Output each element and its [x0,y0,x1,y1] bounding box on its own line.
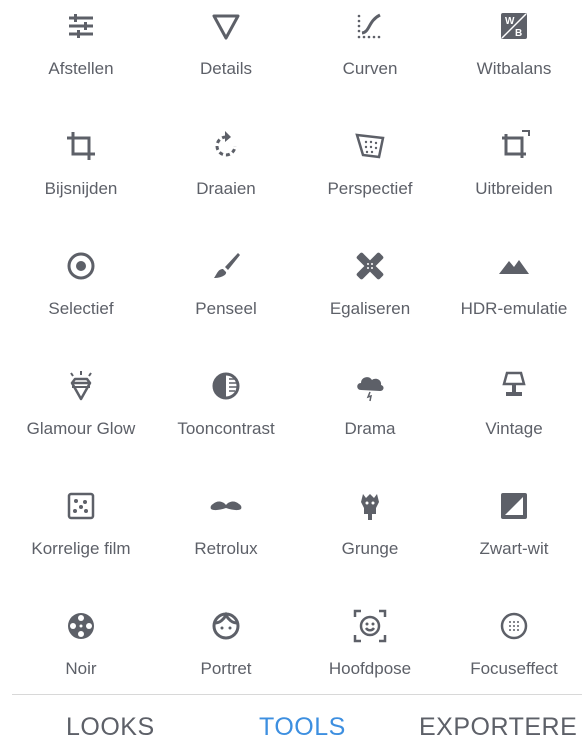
film-grain-icon [61,486,101,526]
triangle-icon [206,6,246,46]
tool-draaien[interactable]: Draaien [153,126,299,236]
tool-label: HDR-emulatie [460,299,568,318]
tab-looks[interactable]: LOOKS [66,713,155,742]
grunge-icon [350,486,390,526]
perspective-icon [350,126,390,166]
tool-label: Portret [200,659,252,678]
curve-icon [350,6,390,46]
tool-label: Curven [342,59,398,78]
sliders-icon [61,6,101,46]
tools-grid: Afstellen Details Curven W B Witbalans B… [0,0,582,692]
tool-label: Hoofdpose [328,659,412,678]
healing-icon [350,246,390,286]
tool-label: Perspectief [327,179,413,198]
tool-korrelige-film[interactable]: Korrelige film [8,486,154,596]
tool-label: Retrolux [194,539,258,558]
tool-tooncontrast[interactable]: Tooncontrast [153,366,299,476]
tool-curven[interactable]: Curven [297,6,443,116]
crop-icon [61,126,101,166]
brush-icon [206,246,246,286]
tool-vintage[interactable]: Vintage [441,366,582,476]
tool-label: Focuseffect [470,659,558,678]
tool-label: Korrelige film [31,539,131,558]
tool-glamour[interactable]: Glamour Glow [8,366,154,476]
tool-label: Drama [344,419,396,438]
cloud-icon [350,366,390,406]
tool-uitbreiden[interactable]: Uitbreiden [441,126,582,236]
diamond-icon [61,366,101,406]
tool-egaliseren[interactable]: Egaliseren [297,246,443,356]
tool-label: Glamour Glow [26,419,136,438]
tool-retrolux[interactable]: Retrolux [153,486,299,596]
tool-label: Noir [65,659,97,678]
svg-text:W: W [505,16,515,27]
tool-label: Tooncontrast [177,419,275,438]
selective-icon [61,246,101,286]
tool-label: Selectief [48,299,114,318]
tool-zwart-wit[interactable]: Zwart-wit [441,486,582,596]
tonal-contrast-icon [206,366,246,406]
lamp-icon [494,366,534,406]
tool-penseel[interactable]: Penseel [153,246,299,356]
rotate-icon [206,126,246,166]
tab-export[interactable]: EXPORTERE [419,713,577,742]
film-reel-icon [61,606,101,646]
tool-afstellen[interactable]: Afstellen [8,6,154,116]
tool-label: Draaien [196,179,256,198]
tool-label: Egaliseren [329,299,411,318]
tool-bijsnijden[interactable]: Bijsnijden [8,126,154,236]
tool-details[interactable]: Details [153,6,299,116]
black-white-icon [494,486,534,526]
mountains-icon [494,246,534,286]
tool-label: Uitbreiden [475,179,553,198]
tool-label: Vintage [485,419,543,438]
tool-perspectief[interactable]: Perspectief [297,126,443,236]
face-icon [206,606,246,646]
tool-label: Details [200,59,252,78]
tool-drama[interactable]: Drama [297,366,443,476]
white-balance-icon: W B [494,6,534,46]
tool-grunge[interactable]: Grunge [297,486,443,596]
tab-tools[interactable]: TOOLS [259,713,346,742]
tool-label: Witbalans [476,59,552,78]
tool-hdr[interactable]: HDR-emulatie [441,246,582,356]
focus-icon [494,606,534,646]
mustache-icon [206,486,246,526]
head-pose-icon [350,606,390,646]
tool-label: Grunge [341,539,399,558]
tool-witbalans[interactable]: W B Witbalans [441,6,582,116]
tool-label: Zwart-wit [479,539,549,558]
tool-selectief[interactable]: Selectief [8,246,154,356]
tool-label: Afstellen [48,59,114,78]
svg-text:B: B [515,28,522,39]
tool-label: Penseel [195,299,257,318]
tool-label: Bijsnijden [44,179,118,198]
bottom-tab-bar: LOOKS TOOLS EXPORTERE [0,695,582,746]
expand-icon [494,126,534,166]
